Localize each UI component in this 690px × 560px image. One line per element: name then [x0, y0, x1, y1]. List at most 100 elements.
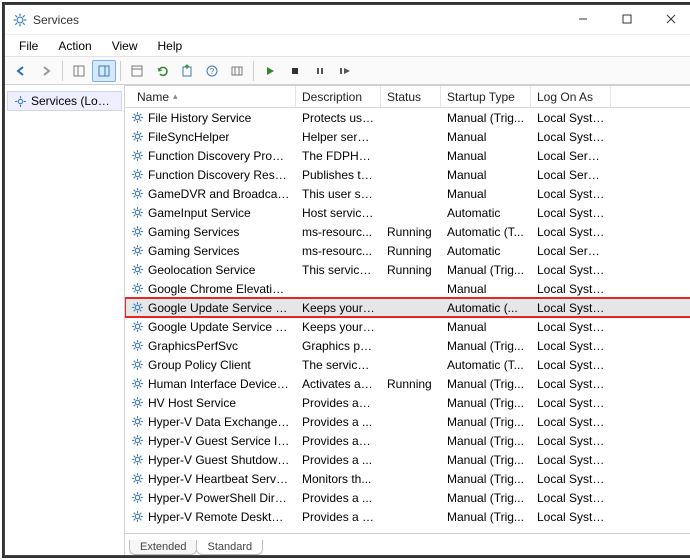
column-header-status[interactable]: Status: [381, 86, 441, 107]
table-row[interactable]: Hyper-V Guest Shutdown S...Provides a ..…: [125, 450, 690, 469]
service-description-cell: Monitors th...: [296, 472, 381, 486]
service-description-cell: Provides a p...: [296, 510, 381, 524]
content-area: Name▴ Description Status Startup Type Lo…: [125, 85, 690, 555]
table-row[interactable]: Hyper-V Heartbeat ServiceMonitors th...M…: [125, 469, 690, 488]
service-startup-cell: Manual: [441, 320, 531, 334]
table-row[interactable]: Geolocation ServiceThis service ...Runni…: [125, 260, 690, 279]
service-name-cell: Gaming Services: [148, 225, 239, 239]
service-name-cell: Geolocation Service: [148, 263, 255, 277]
service-description-cell: Provides a ...: [296, 415, 381, 429]
service-logon-cell: Local Syste...: [531, 130, 611, 144]
help-button[interactable]: ?: [200, 60, 224, 82]
service-status-cell: Running: [381, 377, 441, 391]
gear-icon: [131, 130, 144, 143]
service-name-cell: GraphicsPerfSvc: [148, 339, 238, 353]
pause-service-button[interactable]: [308, 60, 332, 82]
maximize-button[interactable]: [605, 5, 649, 33]
service-logon-cell: Local Syste...: [531, 187, 611, 201]
table-row[interactable]: Hyper-V Remote Desktop Vi...Provides a p…: [125, 507, 690, 526]
refresh-button[interactable]: [150, 60, 174, 82]
service-logon-cell: Local Syste...: [531, 491, 611, 505]
gear-icon: [131, 149, 144, 162]
gear-icon: [131, 472, 144, 485]
column-header-logon[interactable]: Log On As: [531, 86, 611, 107]
export-list-button[interactable]: [175, 60, 199, 82]
service-startup-cell: Automatic: [441, 244, 531, 258]
table-row[interactable]: Function Discovery Resourc...Publishes t…: [125, 165, 690, 184]
table-row[interactable]: Google Update Service (gup... Keeps your …: [125, 298, 690, 317]
service-status-cell: Running: [381, 244, 441, 258]
service-logon-cell: Local Syste...: [531, 453, 611, 467]
table-row[interactable]: GameInput ServiceHost service...Automati…: [125, 203, 690, 222]
gear-icon: [131, 491, 144, 504]
table-row[interactable]: Hyper-V PowerShell Direct ...Provides a …: [125, 488, 690, 507]
column-header-name[interactable]: Name▴: [131, 86, 296, 107]
forward-button[interactable]: [34, 60, 58, 82]
service-startup-cell: Manual (Trig...: [441, 510, 531, 524]
table-row[interactable]: Group Policy ClientThe service i...Autom…: [125, 355, 690, 374]
table-row[interactable]: Hyper-V Data Exchange Ser...Provides a .…: [125, 412, 690, 431]
column-header-description[interactable]: Description: [296, 86, 381, 107]
tab-extended[interactable]: Extended: [129, 540, 197, 555]
menu-action[interactable]: Action: [50, 37, 99, 55]
stop-service-button[interactable]: [283, 60, 307, 82]
properties-button[interactable]: [125, 60, 149, 82]
service-logon-cell: Local Syste...: [531, 434, 611, 448]
service-description-cell: ms-resourc...: [296, 244, 381, 258]
service-name-cell: Function Discovery Provide...: [148, 149, 290, 163]
service-description-cell: Keeps your ...: [296, 320, 381, 334]
gear-icon: [131, 396, 144, 409]
menu-view[interactable]: View: [104, 37, 146, 55]
table-row[interactable]: Gaming Servicesms-resourc...RunningAutom…: [125, 222, 690, 241]
table-row[interactable]: Human Interface Device Ser...Activates a…: [125, 374, 690, 393]
table-row[interactable]: GraphicsPerfSvcGraphics pe...Manual (Tri…: [125, 336, 690, 355]
services-list[interactable]: File History ServiceProtects use...Manua…: [125, 108, 690, 533]
service-description-cell: Activates an...: [296, 377, 381, 391]
start-service-button[interactable]: [258, 60, 282, 82]
menubar: File Action View Help: [5, 35, 690, 57]
table-row[interactable]: Gaming Services ms-resourc...RunningAutom…: [125, 241, 690, 260]
service-description-cell: Keeps your ...: [296, 301, 381, 315]
table-row[interactable]: Function Discovery Provide...The FDPHO..…: [125, 146, 690, 165]
menu-file[interactable]: File: [11, 37, 46, 55]
table-row[interactable]: Google Chrome Elevation S...ManualLocal …: [125, 279, 690, 298]
service-description-cell: Helper servi...: [296, 130, 381, 144]
service-logon-cell: Local Service: [531, 168, 611, 182]
restart-service-button[interactable]: [333, 60, 357, 82]
table-row[interactable]: GameDVR and Broadcast Us...This user ser…: [125, 184, 690, 203]
service-name-cell: Gaming Services: [148, 244, 239, 258]
minimize-button[interactable]: [561, 5, 605, 33]
table-row[interactable]: File History ServiceProtects use...Manua…: [125, 108, 690, 127]
service-logon-cell: Local Syste...: [531, 358, 611, 372]
gear-icon: [131, 187, 144, 200]
column-header-startup[interactable]: Startup Type: [441, 86, 531, 107]
menu-help[interactable]: Help: [150, 37, 191, 55]
service-name-cell: FileSyncHelper: [148, 130, 229, 144]
tree-node-services-local[interactable]: Services (Local): [7, 91, 122, 111]
show-hide-action-pane-button[interactable]: [92, 60, 116, 82]
service-description-cell: This user ser...: [296, 187, 381, 201]
service-status-cell: Running: [381, 263, 441, 277]
gear-icon: [131, 244, 144, 257]
service-logon-cell: Local Syste...: [531, 225, 611, 239]
table-row[interactable]: HV Host ServiceProvides an ...Manual (Tr…: [125, 393, 690, 412]
table-row[interactable]: Google Update Service (gup...Keeps your …: [125, 317, 690, 336]
table-row[interactable]: Hyper-V Guest Service Inter...Provides a…: [125, 431, 690, 450]
tab-standard[interactable]: Standard: [196, 540, 263, 555]
service-logon-cell: Local Syste...: [531, 263, 611, 277]
service-name-cell: Google Update Service (gup...: [148, 301, 290, 315]
back-button[interactable]: [9, 60, 33, 82]
svg-text:?: ?: [210, 67, 215, 76]
show-hide-panes-button[interactable]: [225, 60, 249, 82]
window-title: Services: [33, 13, 79, 27]
show-hide-console-tree-button[interactable]: [67, 60, 91, 82]
table-row[interactable]: FileSyncHelperHelper servi...ManualLocal…: [125, 127, 690, 146]
close-button[interactable]: [649, 5, 690, 33]
service-startup-cell: Automatic (...: [441, 301, 531, 315]
gear-icon: [131, 225, 144, 238]
service-description-cell: Provides a ...: [296, 491, 381, 505]
service-description-cell: ms-resourc...: [296, 225, 381, 239]
service-logon-cell: Local Service: [531, 244, 611, 258]
gear-icon: [131, 339, 144, 352]
gear-icon: [14, 95, 27, 108]
